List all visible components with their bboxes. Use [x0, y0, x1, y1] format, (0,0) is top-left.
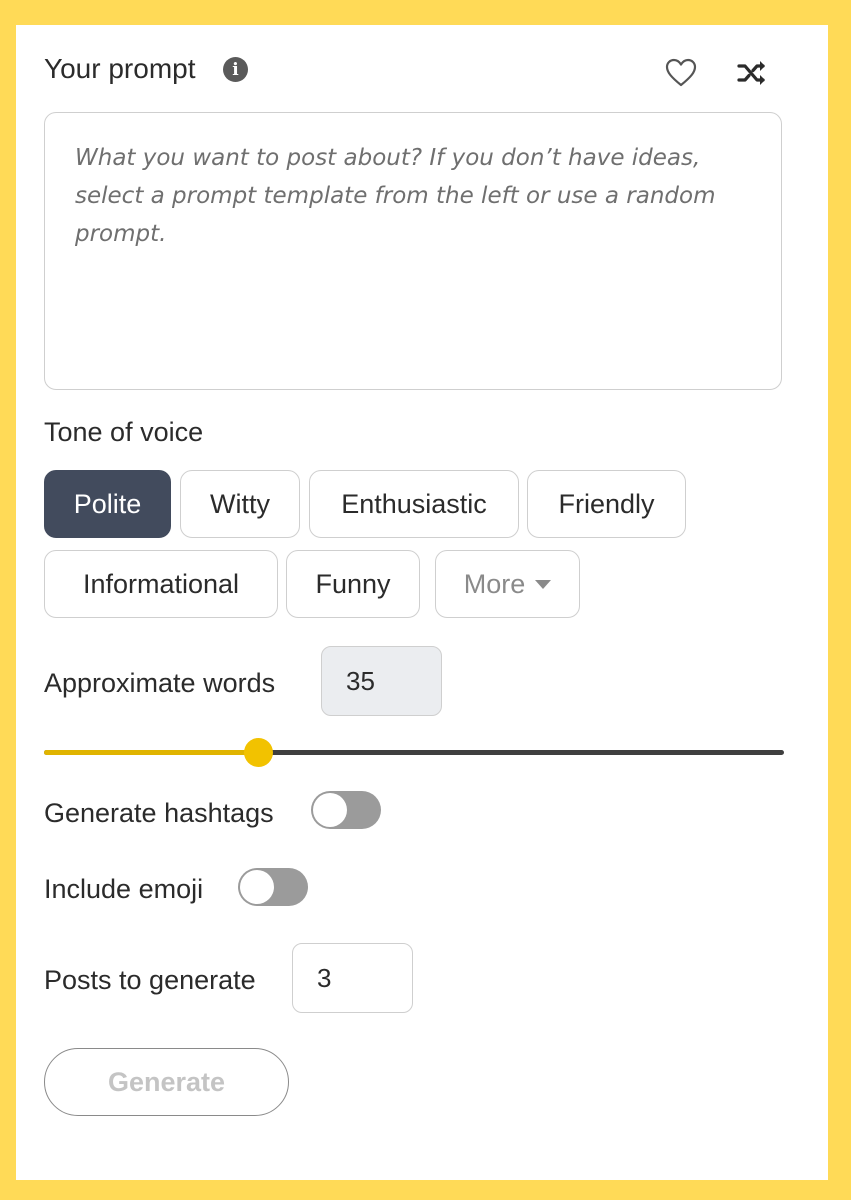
info-icon[interactable]: i: [223, 57, 248, 82]
toggle-knob: [313, 793, 347, 827]
chevron-down-icon: [535, 579, 552, 589]
toggle-knob: [240, 870, 274, 904]
tone-label: Tone of voice: [44, 417, 204, 447]
heart-icon[interactable]: [665, 58, 697, 88]
posts-to-generate-label: Posts to generate: [44, 965, 256, 995]
generate-hashtags-label: Generate hashtags: [44, 798, 274, 828]
words-slider-thumb[interactable]: [244, 738, 273, 767]
tone-chip-polite[interactable]: Polite: [44, 470, 171, 538]
approximate-words-label: Approximate words: [44, 668, 276, 698]
post-generator-panel: Your prompt i Tone of voice Polite Witty…: [16, 25, 828, 1180]
tone-chip-witty[interactable]: Witty: [180, 470, 300, 538]
include-emoji-toggle[interactable]: [238, 868, 308, 906]
more-tones-dropdown[interactable]: More: [435, 550, 580, 618]
tone-chip-enthusiastic[interactable]: Enthusiastic: [309, 470, 519, 538]
tone-chip-funny[interactable]: Funny: [286, 550, 420, 618]
more-label: More: [463, 568, 526, 599]
prompt-input[interactable]: [44, 112, 782, 390]
generate-hashtags-toggle[interactable]: [311, 791, 381, 829]
prompt-title: Your prompt: [44, 53, 196, 84]
generate-button[interactable]: Generate: [44, 1048, 289, 1116]
include-emoji-label: Include emoji: [44, 874, 204, 904]
words-slider-fill: [44, 750, 259, 755]
approximate-words-input[interactable]: [321, 646, 442, 716]
shuffle-icon[interactable]: [736, 58, 768, 88]
tone-chip-informational[interactable]: Informational: [44, 550, 278, 618]
tone-chip-friendly[interactable]: Friendly: [527, 470, 686, 538]
posts-to-generate-input[interactable]: [292, 943, 413, 1013]
